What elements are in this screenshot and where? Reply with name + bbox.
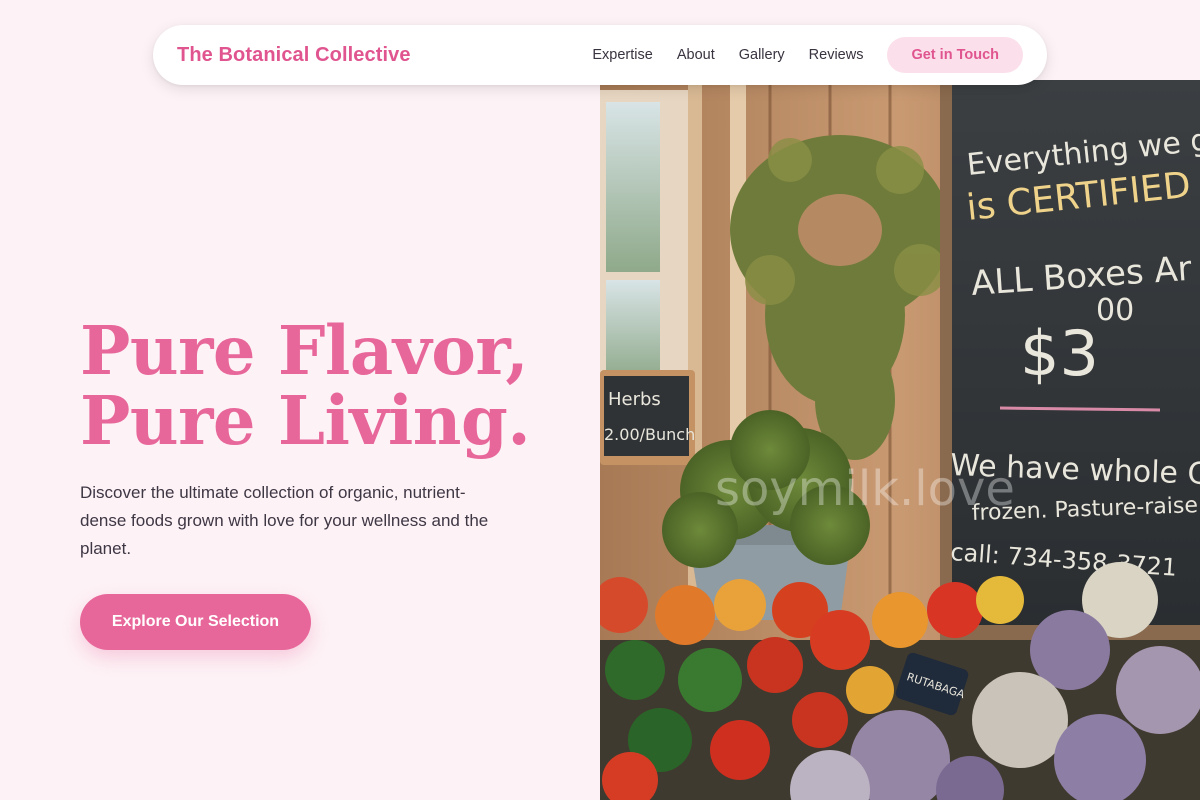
brand-logo-text[interactable]: The Botanical Collective	[177, 44, 411, 67]
hero-title-line-1: Pure Flavor,	[80, 311, 529, 390]
image-watermark: soymilk.love	[715, 461, 1015, 517]
hero-subtitle: Discover the ultimate collection of orga…	[80, 483, 489, 558]
nav-links: Expertise About Gallery Reviews Get in T…	[592, 37, 1023, 73]
top-navigation: The Botanical Collective Expertise About…	[153, 25, 1047, 85]
explore-selection-button[interactable]: Explore Our Selection	[80, 594, 311, 650]
nav-link-reviews[interactable]: Reviews	[809, 47, 864, 63]
herbs-sign-title: Herbs	[608, 389, 661, 410]
svg-text:00: 00	[1096, 293, 1134, 328]
svg-text:$3: $3	[1020, 317, 1099, 390]
nav-link-gallery[interactable]: Gallery	[739, 47, 785, 63]
nav-link-about[interactable]: About	[677, 47, 715, 63]
farm-stand-photo: Herbs 2.00/Bunch Everything we gr is CER…	[600, 80, 1200, 800]
hero-title: Pure Flavor, Pure Living.	[80, 316, 580, 456]
hero-image: Herbs 2.00/Bunch Everything we gr is CER…	[600, 80, 1200, 800]
hero-title-line-2: Pure Living.	[80, 381, 531, 460]
herbs-sign-price: 2.00/Bunch	[604, 425, 695, 444]
nav-link-expertise[interactable]: Expertise	[592, 47, 652, 63]
get-in-touch-button[interactable]: Get in Touch	[887, 37, 1023, 73]
